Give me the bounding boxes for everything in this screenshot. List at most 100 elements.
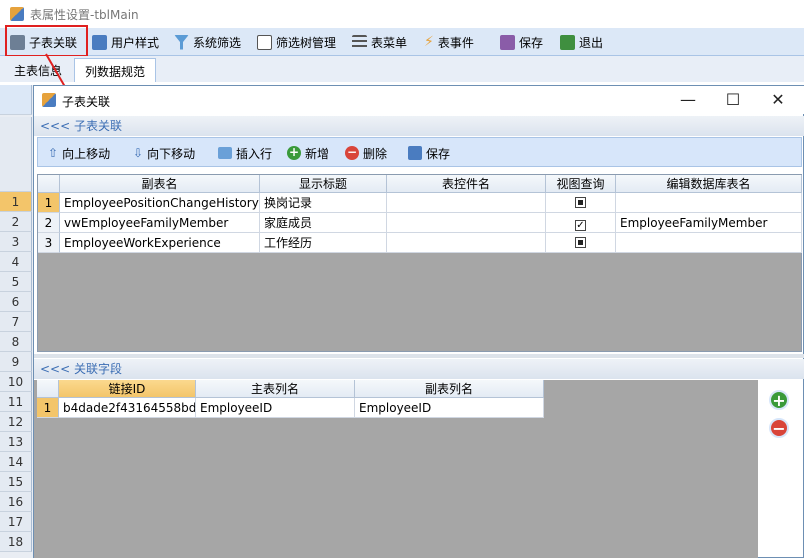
cell-edit-table[interactable] [616,233,802,253]
filter-tree-label: 筛选树管理 [276,35,337,50]
row-number: 11 [0,392,32,412]
row-number: 6 [0,292,32,312]
row-number: 3 [0,232,32,252]
background-row-headers: 1 2 3 4 5 6 7 8 9 10 11 12 13 14 15 16 1… [0,85,34,558]
insert-row-button[interactable]: 插入行 [218,143,272,163]
row-header[interactable]: 2 [38,213,60,233]
grid-corner [38,175,60,193]
row-number: 2 [0,212,32,232]
move-down-label: 向下移动 [147,146,196,161]
column-header[interactable]: 编辑数据库表名 [616,175,802,193]
row-number: 5 [0,272,32,292]
cell-view-query[interactable] [546,233,616,253]
column-header[interactable]: 显示标题 [260,175,387,193]
column-header[interactable]: 表控件名 [387,175,546,193]
cell-sub-column[interactable]: EmployeeID [355,398,544,418]
remove-field-button[interactable]: − [769,418,789,438]
column-header[interactable]: 副表列名 [355,380,544,398]
section-subtable[interactable]: <<< 子表关联 [34,116,804,136]
cell-display-title[interactable]: 工作经历 [260,233,387,253]
column-header[interactable]: 主表列名 [196,380,355,398]
row-number: 10 [0,372,32,392]
filter-icon [174,34,189,50]
cell-display-title[interactable]: 家庭成员 [260,213,387,233]
exit-label: 退出 [579,35,604,50]
menu-icon [352,34,367,50]
cell-display-title[interactable]: 换岗记录 [260,193,387,213]
row-number: 12 [0,412,32,432]
row-number: 17 [0,512,32,532]
system-filter-button[interactable]: 系统筛选 [174,32,241,52]
cell-subtable-name[interactable]: EmployeeWorkExperience [60,233,260,253]
section-link-fields[interactable]: <<< 关联字段 [34,359,804,379]
table-event-label: 表事件 [437,35,474,50]
user-style-button[interactable]: 用户样式 [92,32,159,52]
grid-corner [37,380,59,398]
row-number: 4 [0,252,32,272]
cell-main-column[interactable]: EmployeeID [196,398,355,418]
cell-view-query[interactable]: ✓ [546,213,616,233]
delete-icon: − [345,145,359,160]
save-button[interactable]: 保存 [500,32,543,52]
background-toolbar-stub [0,85,32,115]
add-icon: + [287,145,301,160]
table-menu-button[interactable]: 表菜单 [352,32,407,52]
add-button[interactable]: + 新增 [287,143,329,163]
cell-subtable-name[interactable]: EmployeePositionChangeHistory [60,193,260,213]
checkbox-checked[interactable]: ✓ [575,220,586,231]
cell-view-query[interactable] [546,193,616,213]
cell-edit-table[interactable]: EmployeeFamilyMember [616,213,802,233]
row-header[interactable]: 3 [38,233,60,253]
checkbox-indeterminate[interactable] [575,197,586,208]
main-toolbar: 子表关联 用户样式 系统筛选 筛选树管理 表菜单 ⚡ 表事件 保存 退出 [0,28,804,56]
cell-control-name[interactable] [387,233,546,253]
splitter[interactable] [34,354,804,358]
move-up-button[interactable]: ⇧ 向上移动 [48,143,110,163]
row-number: 1 [0,192,32,212]
cell-edit-table[interactable] [616,193,802,213]
user-style-label: 用户样式 [111,35,160,50]
minimize-icon[interactable]: — [666,89,710,111]
dialog-title: 子表关联 [62,95,111,109]
table-menu-label: 表菜单 [371,35,408,50]
delete-label: 删除 [363,146,388,161]
save-icon [500,34,515,50]
checkbox-indeterminate[interactable] [575,237,586,248]
cell-control-name[interactable] [387,213,546,233]
main-tabs: 主表信息 列数据规范 [0,56,804,82]
table-event-button[interactable]: ⚡ 表事件 [424,32,474,52]
cell-control-name[interactable] [387,193,546,213]
row-number: 15 [0,472,32,492]
row-header[interactable]: 1 [38,193,60,213]
cell-subtable-name[interactable]: vwEmployeeFamilyMember [60,213,260,233]
delete-button[interactable]: − 删除 [345,143,387,163]
cell-link-id[interactable]: b4dade2f43164558bdf [59,398,196,418]
row-number: 18 [0,532,32,552]
background-header-cell [0,117,32,192]
move-up-label: 向上移动 [62,146,111,161]
row-header[interactable]: 1 [37,398,59,418]
filter-tree-button[interactable]: 筛选树管理 [257,32,336,52]
row-number: 8 [0,332,32,352]
link-field-grid: 链接ID 主表列名 副表列名 1 b4dade2f43164558bdf Emp… [34,380,758,558]
column-header[interactable]: 链接ID [59,380,196,398]
move-down-button[interactable]: ⇩ 向下移动 [133,143,195,163]
subtable-grid: 副表名 显示标题 表控件名 视图查询 编辑数据库表名 1 EmployeePos… [37,174,802,352]
dialog-toolbar: ⇧ 向上移动 ⇩ 向下移动 插入行 + 新增 − 删除 保存 [37,137,802,167]
column-header[interactable]: 视图查询 [546,175,616,193]
column-header[interactable]: 副表名 [60,175,260,193]
style-icon [92,34,107,50]
lightning-icon: ⚡ [424,34,434,50]
row-number: 9 [0,352,32,372]
dialog-save-button[interactable]: 保存 [408,143,450,163]
maximize-icon[interactable]: ☐ [711,89,755,111]
arrow-down-icon: ⇩ [133,146,144,160]
tree-icon [257,34,272,50]
exit-button[interactable]: 退出 [560,32,603,52]
dialog-icon [42,93,56,107]
tab-column-spec[interactable]: 列数据规范 [74,58,157,82]
close-icon[interactable]: ✕ [756,89,800,111]
add-field-button[interactable]: + [769,390,789,410]
arrow-up-icon: ⇧ [48,146,59,160]
dialog-titlebar: 子表关联 — ☐ ✕ [34,86,804,114]
